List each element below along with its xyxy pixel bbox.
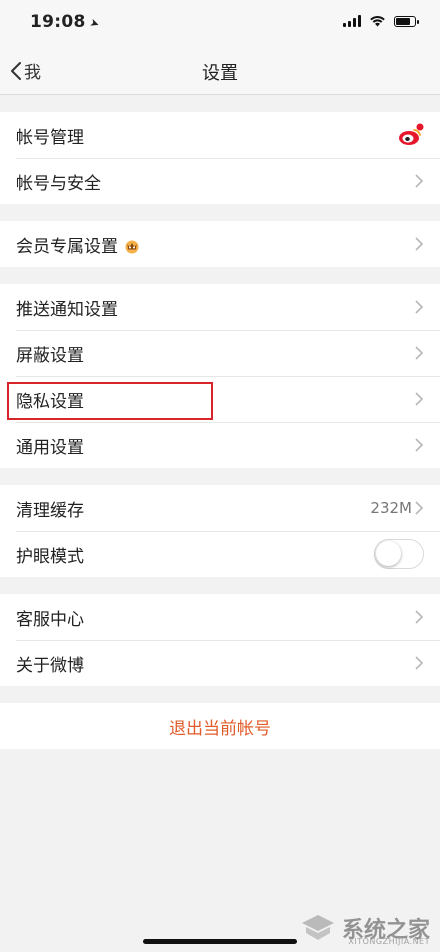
settings-item-vip[interactable]: 会员专属设置 xyxy=(0,221,440,267)
settings-item-label: 通用设置 xyxy=(16,437,84,458)
chevron-right-icon xyxy=(415,501,424,515)
watermark-logo-icon xyxy=(301,915,334,940)
settings-item-clear-cache[interactable]: 清理缓存 232M xyxy=(0,485,440,531)
status-time: 19:08 ➤ xyxy=(30,12,102,32)
settings-item-privacy[interactable]: 隐私设置 xyxy=(0,376,440,422)
settings-item-eye-mode: 护眼模式 xyxy=(0,531,440,577)
chevron-right-icon xyxy=(415,300,424,314)
signal-icon xyxy=(343,15,361,27)
chevron-right-icon xyxy=(415,610,424,624)
cache-size-value: 232M xyxy=(370,499,412,517)
settings-item-label: 客服中心 xyxy=(16,609,84,630)
weibo-icon xyxy=(399,123,424,145)
settings-item-label: 隐私设置 xyxy=(16,391,84,412)
settings-item-push[interactable]: 推送通知设置 xyxy=(0,284,440,330)
status-bar: 19:08 ➤ xyxy=(0,0,440,46)
settings-item-label: 推送通知设置 xyxy=(16,299,118,320)
settings-item-block[interactable]: 屏蔽设置 xyxy=(0,330,440,376)
chevron-right-icon xyxy=(415,438,424,452)
chevron-right-icon xyxy=(415,174,424,188)
settings-group-general: 推送通知设置 屏蔽设置 隐私设置 通用设置 xyxy=(0,284,440,468)
settings-item-account-security[interactable]: 帐号与安全 xyxy=(0,158,440,204)
wifi-icon xyxy=(370,16,385,27)
settings-item-about[interactable]: 关于微博 xyxy=(0,640,440,686)
settings-group-help: 客服中心 关于微博 xyxy=(0,594,440,686)
watermark-subtext: XITONGZHIJIA.NET xyxy=(348,937,430,946)
status-icons xyxy=(343,15,419,27)
chevron-right-icon xyxy=(415,656,424,670)
settings-item-support[interactable]: 客服中心 xyxy=(0,594,440,640)
chevron-right-icon xyxy=(415,392,424,406)
settings-item-label: 屏蔽设置 xyxy=(16,345,84,366)
settings-item-label: 帐号与安全 xyxy=(16,173,101,194)
settings-item-label: 关于微博 xyxy=(16,655,84,676)
logout-button[interactable]: 退出当前帐号 xyxy=(0,703,440,749)
settings-item-label: 清理缓存 xyxy=(16,500,84,521)
location-icon: ➤ xyxy=(87,15,102,32)
toggle-knob xyxy=(376,541,401,566)
settings-item-common[interactable]: 通用设置 xyxy=(0,422,440,468)
settings-group-storage: 清理缓存 232M 护眼模式 xyxy=(0,485,440,577)
settings-item-label: 会员专属设置 xyxy=(16,232,414,257)
watermark: 系统之家 XITONGZHIJIA.NET xyxy=(300,912,430,946)
settings-group-vip: 会员专属设置 xyxy=(0,221,440,267)
eye-mode-toggle[interactable] xyxy=(374,539,424,569)
battery-icon xyxy=(394,15,419,27)
chevron-right-icon xyxy=(415,237,424,251)
page-title: 设置 xyxy=(202,63,238,84)
settings-item-label: 护眼模式 xyxy=(16,546,84,567)
settings-item-label: 帐号管理 xyxy=(16,127,84,148)
settings-item-account-management[interactable]: 帐号管理 xyxy=(0,112,440,158)
home-indicator[interactable] xyxy=(143,939,297,944)
crown-icon xyxy=(125,240,139,253)
settings-group-account: 帐号管理 帐号与安全 xyxy=(0,112,440,204)
chevron-right-icon xyxy=(415,346,424,360)
nav-bar: 我 设置 xyxy=(0,46,440,95)
